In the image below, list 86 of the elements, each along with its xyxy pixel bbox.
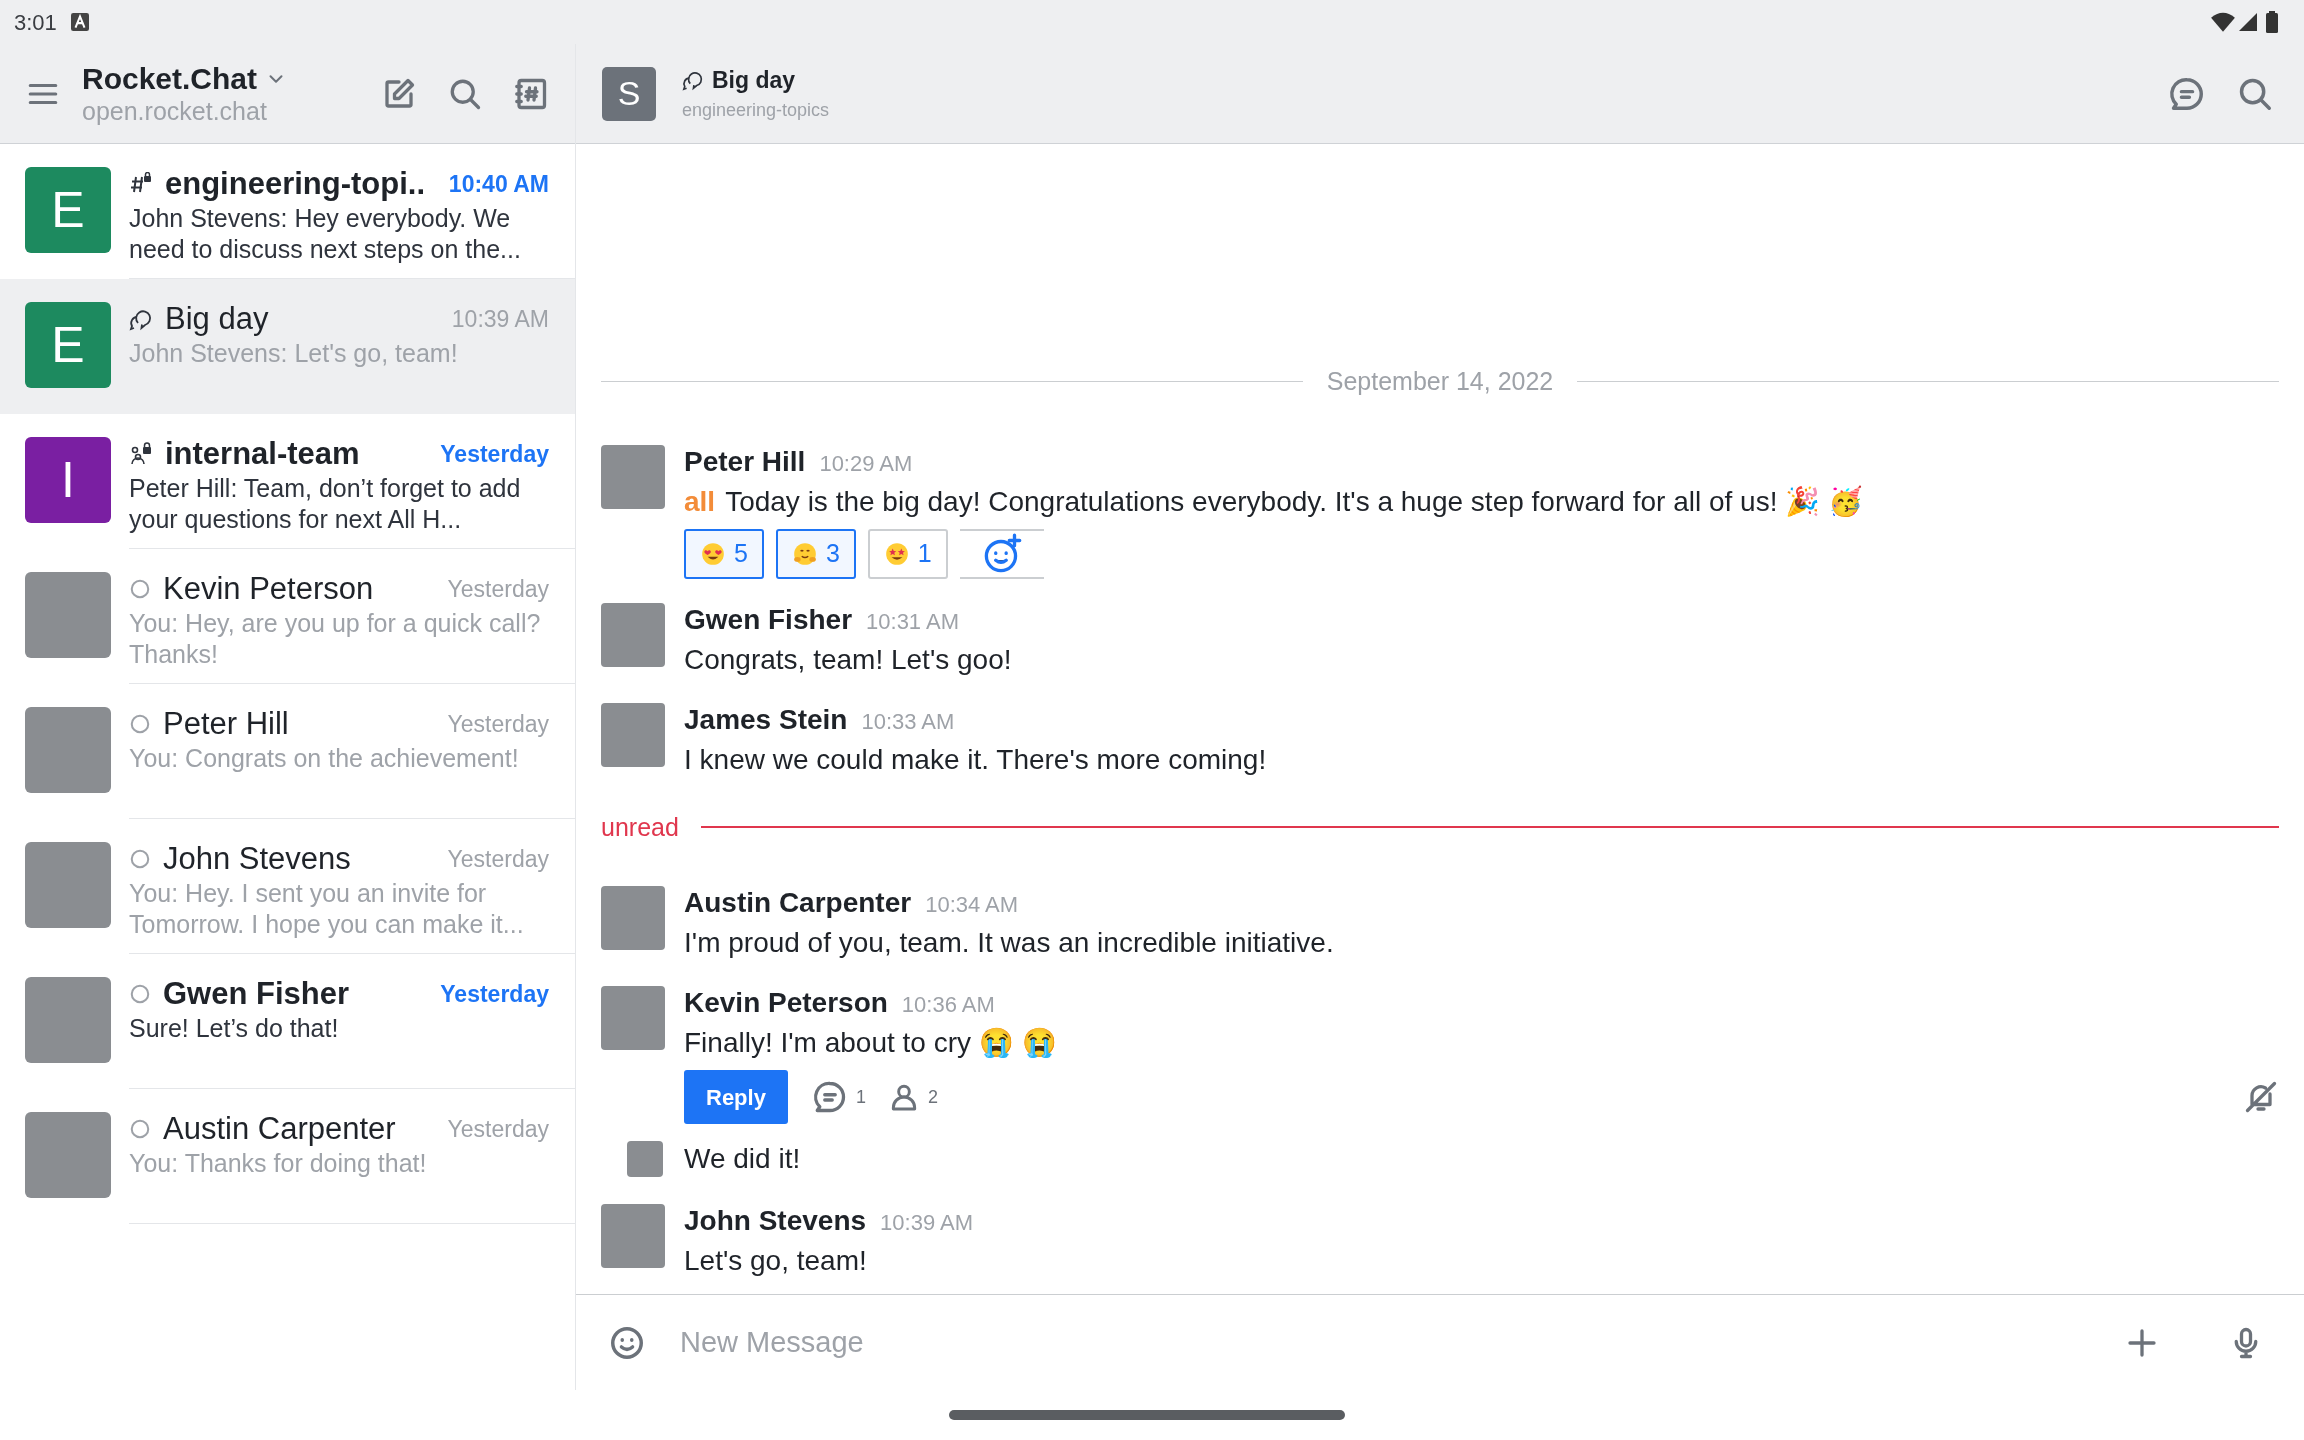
message-time: 10:39 AM	[880, 1209, 973, 1237]
photo-placeholder	[601, 702, 665, 767]
room-time: Yesterday	[447, 844, 549, 874]
room-name: Austin Carpenter	[163, 1109, 397, 1148]
room-item[interactable]: E Big day 10:39 AM John Stevens: Let's go, team!	[0, 279, 575, 414]
room-name: engineering-topi..	[165, 164, 427, 203]
room-name: Big day	[165, 299, 270, 338]
message-text: Today is the big day! Congratulations everybody. It's a huge step forward for all of us! 🎉 🥳	[725, 484, 1863, 519]
room-preview: You: Hey, are you up for a quick call? Thanks!	[129, 608, 542, 670]
room-name: Peter Hill	[163, 704, 290, 743]
photo-placeholder	[601, 444, 665, 509]
heart-eyes-emoji-icon	[700, 540, 726, 567]
author-name: John Stevens	[684, 1204, 867, 1238]
room-time: Yesterday	[440, 979, 549, 1009]
room-subtitle: engineering-topics	[682, 99, 831, 123]
room-preview: You: Congrats on the achievement!	[129, 743, 520, 774]
room-name: Gwen Fisher	[163, 974, 351, 1013]
status-circle-icon	[129, 578, 151, 600]
author-name: Austin Carpenter	[684, 886, 912, 920]
wifi-icon	[2210, 11, 2236, 33]
status-circle-icon	[129, 1118, 151, 1140]
room-preview: John Stevens: Hey everybody. We need to discuss next steps on the...	[129, 203, 522, 265]
message-time: 10:33 AM	[861, 707, 955, 736]
thread-icon	[811, 1079, 848, 1115]
room-preview: You: Hey. I sent you an invite for Tomorrow. I hope you can make it...	[129, 878, 525, 940]
message-text: Congrats, team! Let's goo!	[684, 642, 1012, 677]
status-time: 3:01	[14, 8, 57, 37]
author-name: Kevin Peterson	[684, 986, 888, 1020]
chat-bubbles-icon	[129, 307, 153, 331]
room-title: Big day	[712, 65, 796, 95]
photo-placeholder	[601, 886, 665, 950]
workspace-url: open.rocket.chat	[82, 95, 268, 126]
message-text: I'm proud of you, team. It was an incredible initiative.	[684, 926, 1334, 960]
author-name: Gwen Fisher	[684, 602, 853, 637]
message-text: We did it!	[684, 1142, 801, 1176]
reaction-button[interactable]: 1	[867, 528, 948, 579]
chat-bubbles-icon	[682, 69, 704, 91]
room-preview: You: Thanks for doing that!	[129, 1148, 428, 1179]
participant-count: 2	[927, 1085, 938, 1109]
room-name: Kevin Peterson	[163, 569, 375, 608]
room-avatar: E	[25, 167, 111, 253]
author-name: Peter Hill	[684, 444, 806, 479]
date-divider-label: September 14, 2022	[1326, 366, 1554, 397]
message-time: 10:34 AM	[925, 891, 1019, 919]
bell-off-icon[interactable]	[2243, 1079, 2279, 1115]
message-text: Finally! I'm about to cry 😭 😭	[684, 1026, 1057, 1060]
room-preview: Sure! Let’s do that!	[129, 1013, 340, 1044]
photo-placeholder	[601, 1204, 665, 1268]
message-input[interactable]: New Message	[680, 1320, 2124, 1365]
keyboard-notification-icon	[70, 13, 89, 31]
photo-placeholder	[627, 1141, 663, 1177]
reaction-button[interactable]: 5	[684, 528, 764, 579]
photo-placeholder	[601, 602, 665, 667]
message-time: 10:36 AM	[901, 991, 995, 1019]
room-preview: John Stevens: Let's go, team!	[129, 338, 459, 369]
workspace-name: Rocket.Chat	[82, 61, 258, 96]
room-time: 10:39 AM	[451, 304, 549, 334]
room-avatar: I	[25, 437, 111, 523]
message-time: 10:29 AM	[819, 449, 913, 478]
room-time: Yesterday	[447, 1114, 549, 1144]
author-name: James Stein	[684, 702, 848, 737]
photo-placeholder	[601, 986, 665, 1050]
room-time: Yesterday	[440, 439, 549, 469]
room-time: Yesterday	[447, 709, 549, 739]
team-lock-icon	[129, 442, 153, 466]
status-circle-icon	[129, 983, 151, 1005]
room-name: John Stevens	[163, 839, 352, 878]
status-circle-icon	[129, 848, 151, 870]
message-time: 10:31 AM	[866, 607, 959, 636]
room-avatar: S	[602, 66, 656, 121]
signal-icon	[2238, 12, 2258, 32]
hugging-emoji-icon	[791, 540, 818, 567]
star-struck-emoji-icon	[883, 540, 910, 567]
room-name: internal-team	[165, 434, 361, 473]
unread-divider-label: unread	[601, 811, 679, 843]
message-text: Let's go, team!	[684, 1244, 867, 1278]
reply-button[interactable]: Reply	[684, 1070, 788, 1124]
message-text: I knew we could make it. There's more coming!	[684, 742, 1267, 777]
status-circle-icon	[129, 713, 151, 735]
room-time: 10:40 AM	[448, 169, 549, 199]
room-avatar: E	[25, 302, 111, 388]
battery-icon	[2266, 11, 2278, 33]
room-time: Yesterday	[447, 574, 549, 604]
room-preview: Peter Hill: Team, don’t forget to add your questions for next All H...	[129, 473, 522, 535]
reaction-button[interactable]: 3	[775, 528, 856, 579]
reply-count: 1	[855, 1085, 866, 1109]
